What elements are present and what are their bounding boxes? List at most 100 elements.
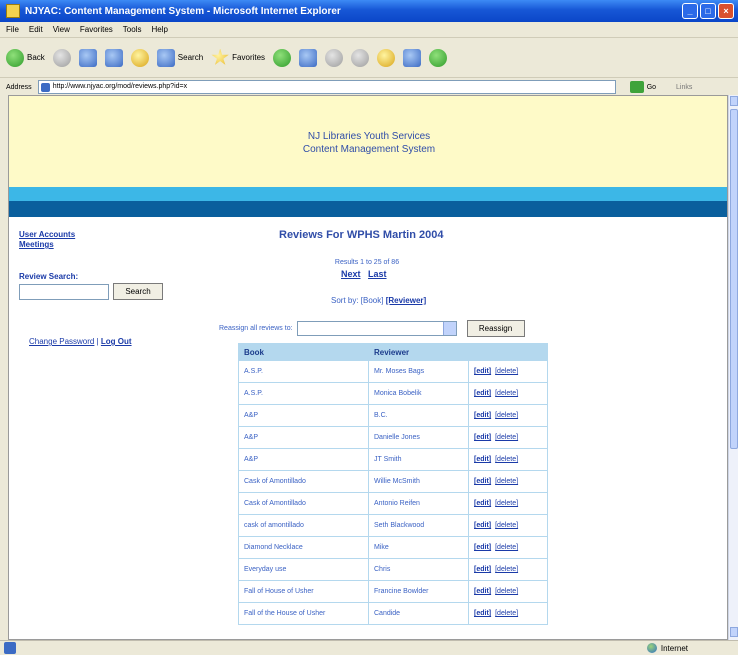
mail-button[interactable] [325, 48, 344, 67]
messenger-button[interactable] [429, 48, 448, 67]
edit-link[interactable]: [edit] [474, 544, 491, 551]
table-row: Diamond Necklace Mike [edit] [delete] [238, 536, 548, 559]
account-links: Change Password | Log Out [29, 337, 132, 346]
menu-tools[interactable]: Tools [123, 25, 142, 34]
edit-link[interactable]: [edit] [474, 588, 491, 595]
edit-link[interactable]: [edit] [474, 500, 491, 507]
security-zone: Internet [646, 643, 688, 653]
reassign-button[interactable]: Reassign [466, 320, 525, 337]
refresh-button[interactable] [104, 48, 123, 67]
delete-link[interactable]: [delete] [495, 544, 518, 551]
scroll-thumb[interactable] [730, 109, 738, 449]
edit-link[interactable]: [edit] [474, 478, 491, 485]
table-row: A.S.P. Mr. Moses Bags [edit] [delete] [238, 360, 548, 383]
reviewer-cell: Francine Bowlder [368, 580, 469, 603]
reviewer-cell: B.C. [368, 404, 469, 427]
pager: Next Last [341, 269, 387, 279]
book-cell: Cask of Amontillado [238, 470, 369, 493]
home-button[interactable] [130, 48, 149, 67]
actions-cell: [edit] [delete] [468, 580, 548, 603]
site-header: NJ Libraries Youth Services Content Mana… [9, 96, 727, 187]
delete-link[interactable]: [delete] [495, 610, 518, 617]
delete-link[interactable]: [delete] [495, 456, 518, 463]
close-button[interactable]: × [718, 3, 734, 19]
search-button[interactable]: Search [156, 48, 203, 67]
print-button[interactable] [351, 48, 370, 67]
menu-help[interactable]: Help [151, 25, 167, 34]
sort-reviewer-link[interactable]: [Reviewer] [386, 296, 426, 305]
print-icon [351, 48, 370, 67]
vertical-scrollbar[interactable] [728, 95, 738, 640]
edit-link[interactable]: [edit] [474, 434, 491, 441]
maximize-button[interactable]: □ [700, 3, 716, 19]
page-title: Reviews For WPHS Martin 2004 [279, 229, 444, 241]
delete-link[interactable]: [delete] [495, 522, 518, 529]
next-link[interactable]: Next [341, 269, 361, 279]
edit-link[interactable]: [edit] [474, 390, 491, 397]
edit-button[interactable] [377, 48, 396, 67]
delete-link[interactable]: [delete] [495, 412, 518, 419]
reassign-label: Reassign all reviews to: [219, 325, 293, 332]
go-icon[interactable] [629, 81, 644, 93]
edit-link[interactable]: [edit] [474, 456, 491, 463]
review-search-button[interactable]: Search [113, 283, 163, 300]
edit-link[interactable]: [edit] [474, 522, 491, 529]
status-bar: Internet [0, 640, 738, 655]
delete-link[interactable]: [delete] [495, 368, 518, 375]
book-cell: Diamond Necklace [238, 536, 369, 559]
menu-file[interactable]: File [6, 25, 19, 34]
address-input[interactable]: http://www.njyac.org/mod/reviews.php?id=… [37, 80, 616, 94]
back-label: Back [27, 53, 45, 62]
delete-link[interactable]: [delete] [495, 500, 518, 507]
change-password-link[interactable]: Change Password [29, 337, 94, 346]
minimize-button[interactable]: _ [682, 3, 698, 19]
menu-view[interactable]: View [53, 25, 70, 34]
table-row: cask of amontillado Seth Blackwood [edit][… [238, 514, 548, 537]
table-row: A&P B.C. [edit] [delete] [238, 404, 548, 427]
stop-button[interactable] [78, 48, 97, 67]
edit-link[interactable]: [edit] [474, 610, 491, 617]
book-cell: Fall of the House of Usher [238, 602, 369, 625]
last-link[interactable]: Last [368, 269, 387, 279]
media-icon [273, 48, 292, 67]
favorites-button[interactable]: Favorites [211, 48, 265, 67]
edit-link[interactable]: [edit] [474, 412, 491, 419]
column-header-book: Book [238, 343, 369, 361]
globe-icon [646, 643, 657, 653]
edit-link[interactable]: [edit] [474, 368, 491, 375]
mail-icon [325, 48, 344, 67]
browser-toolbar: Back Search Favorites [0, 38, 738, 78]
scroll-up-icon[interactable] [730, 96, 738, 106]
table-row: A&P Danielle Jones [edit] [delete] [238, 426, 548, 449]
discuss-button[interactable] [403, 48, 422, 67]
scroll-down-icon[interactable] [730, 627, 738, 637]
go-button[interactable]: Go [647, 84, 656, 91]
reviews-table-body: A.S.P. Mr. Moses Bags [edit] [delete] A.S.P.… [238, 360, 548, 625]
delete-link[interactable]: [delete] [495, 478, 518, 485]
menu-edit[interactable]: Edit [29, 25, 43, 34]
edit-link[interactable]: [edit] [474, 566, 491, 573]
reviewer-cell: Danielle Jones [368, 426, 469, 449]
sidebar-item-meetings[interactable]: Meetings [19, 240, 75, 250]
links-button[interactable]: Links [676, 84, 692, 91]
sort-book-link[interactable]: [Book] [361, 296, 384, 305]
delete-link[interactable]: [delete] [495, 588, 518, 595]
back-button[interactable]: Back [6, 48, 45, 67]
book-cell: A&P [238, 404, 369, 427]
delete-link[interactable]: [delete] [495, 566, 518, 573]
menu-favorites[interactable]: Favorites [80, 25, 113, 34]
chevron-down-icon[interactable] [442, 322, 456, 335]
home-icon [130, 48, 149, 67]
forward-button[interactable] [52, 48, 71, 67]
reassign-select[interactable] [296, 321, 457, 336]
log-out-link[interactable]: Log Out [101, 337, 132, 346]
window-controls: _ □ × [682, 3, 734, 19]
reviewer-cell: Chris [368, 558, 469, 581]
review-search-input[interactable] [19, 284, 109, 300]
reviewer-cell: Monica Bobelik [368, 382, 469, 405]
delete-link[interactable]: [delete] [495, 434, 518, 441]
history-button[interactable] [299, 48, 318, 67]
delete-link[interactable]: [delete] [495, 390, 518, 397]
actions-cell: [edit] [delete] [468, 404, 548, 427]
media-button[interactable] [273, 48, 292, 67]
